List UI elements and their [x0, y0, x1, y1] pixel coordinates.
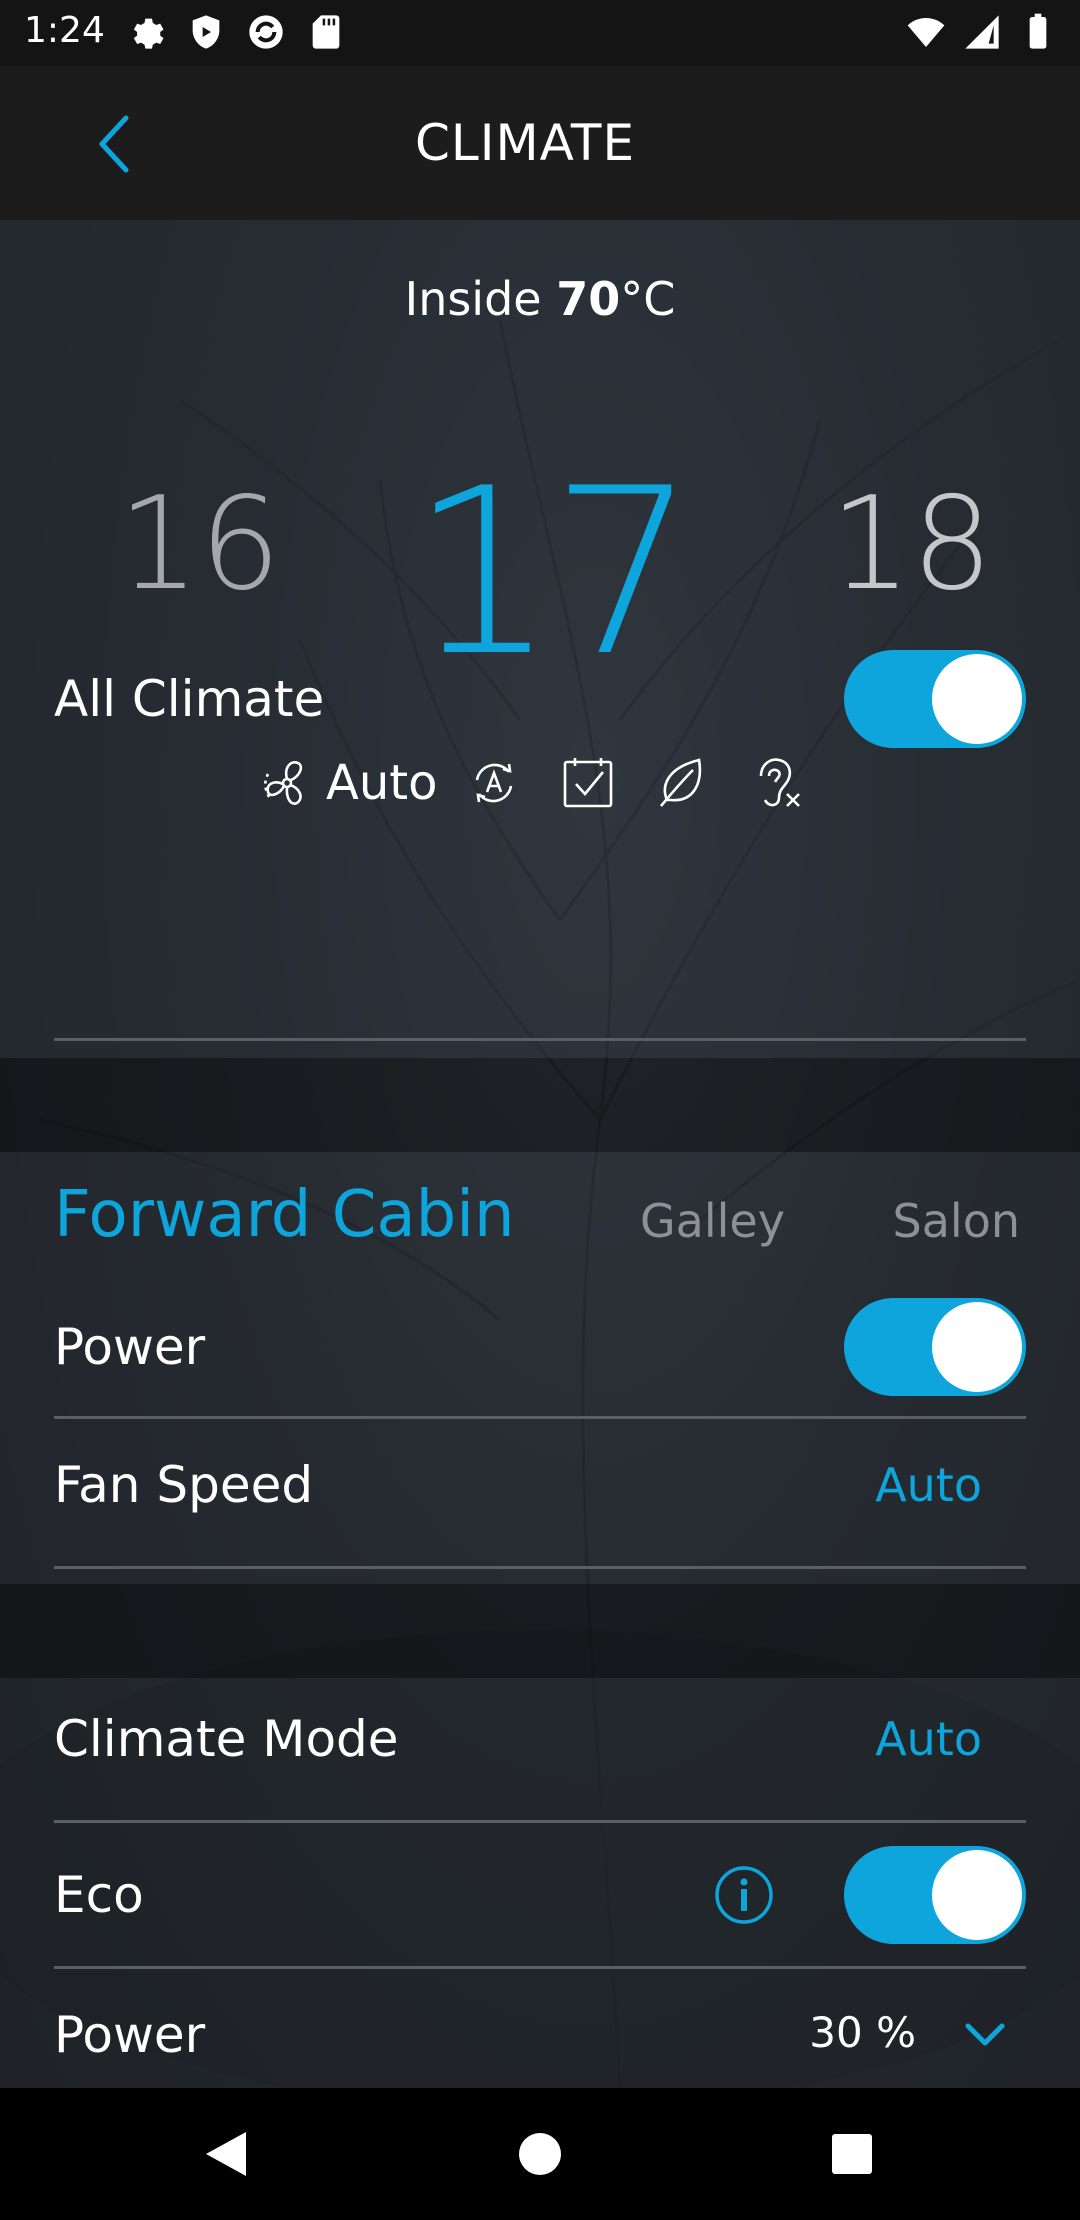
toggle-knob	[932, 1302, 1022, 1392]
inside-unit: °C	[620, 272, 676, 326]
all-climate-label: All Climate	[54, 670, 325, 728]
temperature-panel: Inside 70°C 16 17 18 Auto All Climate	[0, 220, 1080, 1058]
quiet-mode-icon[interactable]	[747, 754, 805, 812]
chevron-down-icon[interactable]	[964, 2022, 1006, 2048]
eco-leaf-icon[interactable]	[653, 754, 711, 812]
all-climate-row: All Climate	[54, 650, 1026, 748]
toggle-knob	[932, 654, 1022, 744]
power-level-label: Power	[54, 2006, 206, 2064]
inside-label: Inside	[404, 272, 542, 326]
sd-card-icon	[312, 15, 340, 49]
divider	[54, 1966, 1026, 1969]
climate-mode-label: Climate Mode	[54, 1710, 399, 1768]
divider	[54, 1416, 1026, 1419]
signal-icon	[965, 15, 999, 49]
sync-icon	[249, 15, 283, 49]
status-icons-left	[126, 12, 346, 52]
home-circle-icon[interactable]	[514, 2128, 566, 2180]
inside-value: 70	[556, 272, 621, 326]
power-level-row[interactable]: Power 30 %	[54, 1986, 1026, 2076]
auto-cycle-icon[interactable]	[465, 754, 523, 812]
zone-tabs: Forward Cabin Galley Salon	[54, 1178, 1026, 1268]
fan-mode-label[interactable]: Auto	[326, 755, 437, 811]
divider	[54, 1038, 1026, 1041]
fan-speed-value[interactable]: Auto	[875, 1458, 982, 1512]
fan-speed-label: Fan Speed	[54, 1456, 314, 1514]
settings-icon	[133, 18, 164, 49]
schedule-check-icon[interactable]	[559, 754, 617, 812]
divider	[54, 1820, 1026, 1823]
info-icon[interactable]	[714, 1865, 774, 1925]
zone-power-toggle[interactable]	[844, 1298, 1026, 1396]
section-gap	[0, 1584, 1080, 1678]
temp-option-next[interactable]: 18	[830, 470, 993, 619]
status-time: 1:24	[24, 10, 105, 51]
fan-icon[interactable]	[258, 754, 316, 812]
fan-speed-row[interactable]: Fan Speed Auto	[54, 1436, 1026, 1536]
recents-square-icon[interactable]	[826, 2128, 878, 2180]
climate-mode-row[interactable]: Climate Mode Auto	[54, 1690, 1026, 1790]
temp-option-prev[interactable]: 16	[118, 470, 281, 619]
tab-forward-cabin[interactable]: Forward Cabin	[54, 1178, 515, 1252]
shield-icon	[192, 15, 220, 49]
zone-power-label: Power	[54, 1318, 206, 1376]
wifi-icon	[907, 18, 945, 47]
eco-label: Eco	[54, 1866, 144, 1924]
eco-row: Eco	[54, 1846, 1026, 1944]
status-icons-right	[906, 12, 1058, 52]
toggle-knob	[932, 1850, 1022, 1940]
status-bar: 1:24	[0, 0, 1080, 66]
battery-icon	[1029, 13, 1047, 49]
page-title: CLIMATE	[414, 114, 636, 172]
mode-icons-row: Auto	[258, 748, 805, 818]
power-level-value[interactable]: 30 %	[809, 2008, 916, 2057]
tab-galley[interactable]: Galley	[640, 1194, 785, 1248]
system-nav-bar	[0, 2088, 1080, 2220]
back-triangle-icon[interactable]	[200, 2128, 252, 2180]
inside-temperature: Inside 70°C	[0, 272, 1080, 326]
climate-content: Inside 70°C 16 17 18 Auto All Climate Fo…	[0, 220, 1080, 2088]
app-bar: CLIMATE	[0, 66, 1080, 220]
eco-toggle[interactable]	[844, 1846, 1026, 1944]
zone-power-row: Power	[54, 1298, 1026, 1396]
all-climate-toggle[interactable]	[844, 650, 1026, 748]
climate-mode-value[interactable]: Auto	[875, 1712, 982, 1766]
divider	[54, 1566, 1026, 1569]
tab-salon[interactable]: Salon	[893, 1194, 1020, 1248]
section-gap	[0, 1058, 1080, 1152]
